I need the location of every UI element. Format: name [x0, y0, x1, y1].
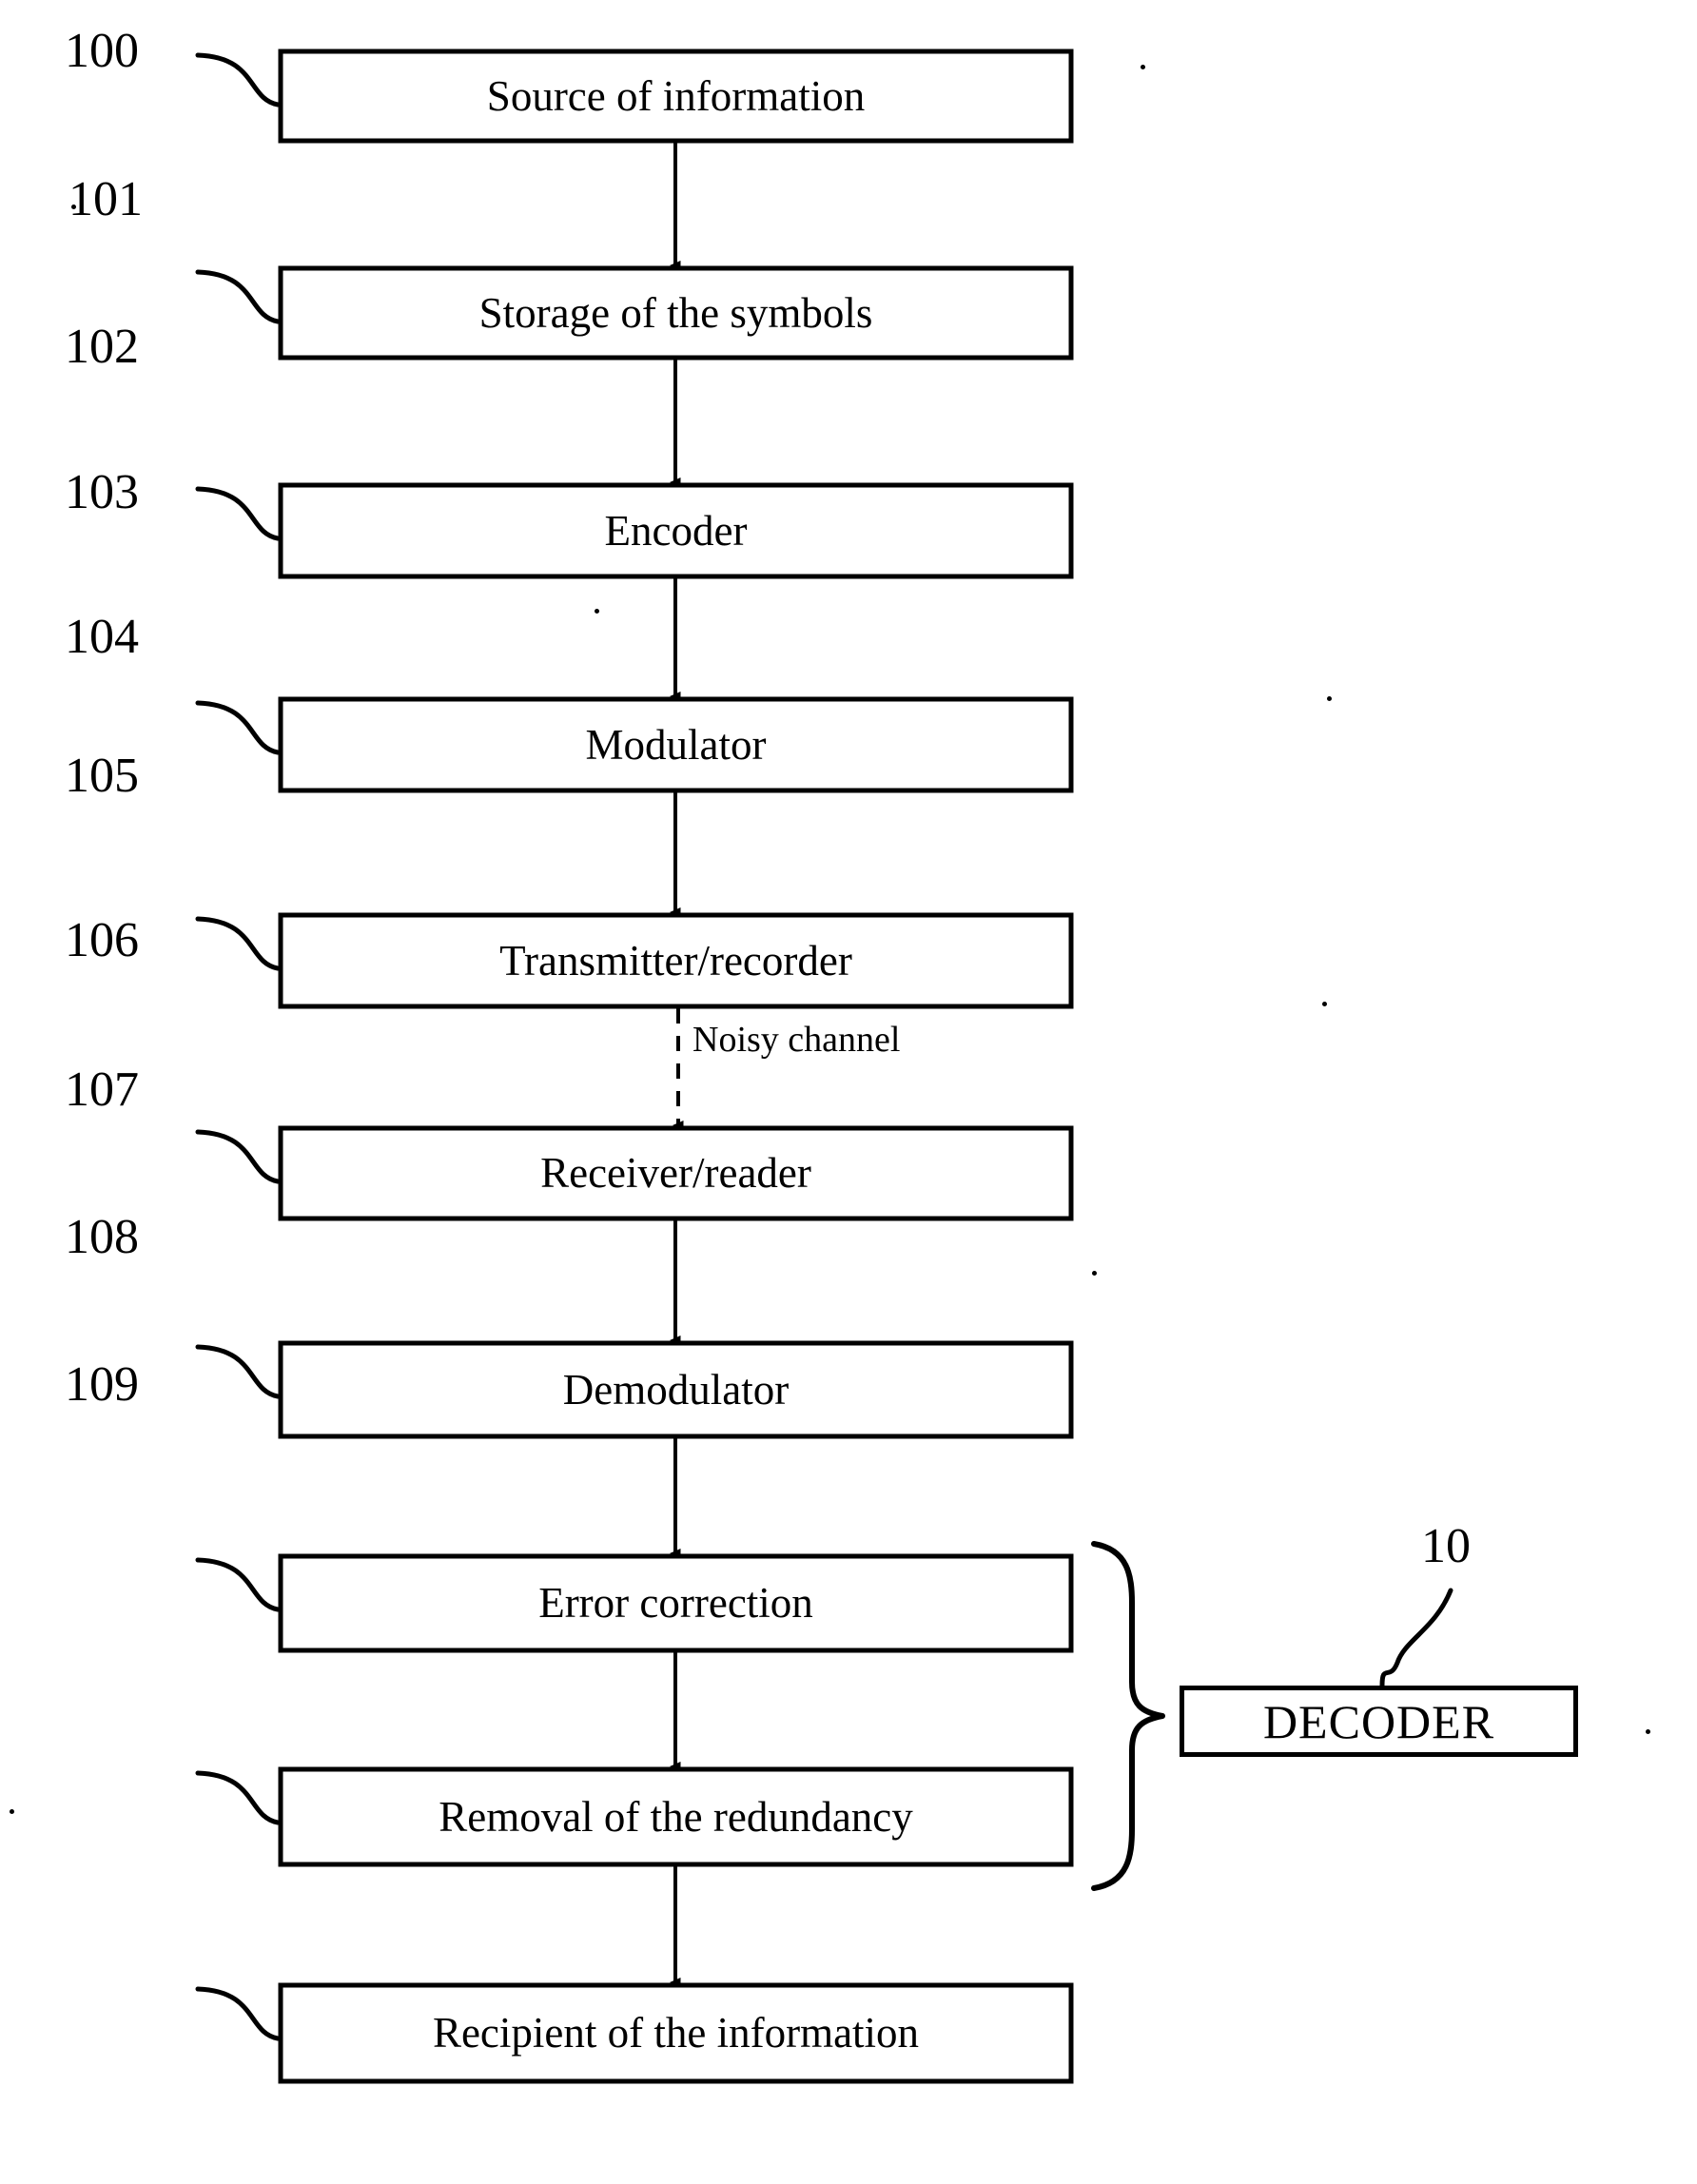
leader-line-106 [195, 1344, 281, 1399]
reference-numeral-102-2: 102 [65, 320, 139, 374]
scan-speck-3 [595, 609, 599, 614]
leader-line-10 [1379, 1588, 1453, 1688]
reference-numeral-109-9: 109 [65, 1357, 139, 1412]
reference-numeral-101-1: 101 [68, 172, 143, 226]
process-box-label-107: Error correction [538, 1579, 813, 1627]
scan-speck-1 [71, 205, 76, 209]
decoder-group-brace [1091, 1541, 1165, 1891]
flow-connectors [670, 143, 684, 1988]
process-box-label-109: Recipient of the information [432, 2009, 920, 2057]
process-box-label-104: Transmitter/recorder [499, 936, 852, 985]
patent-figure-canvas: Source of information Storage of the symb… [0, 0, 1697, 2184]
scan-speck-6 [10, 1809, 14, 1814]
scan-speck-7 [1646, 1729, 1650, 1734]
decoder-leader-line [1379, 1588, 1453, 1688]
reference-leader-lines [195, 52, 281, 2041]
scan-speck-0 [1141, 65, 1145, 69]
reference-numeral-104-4: 104 [65, 610, 139, 664]
reference-numeral-100-0: 100 [65, 24, 139, 78]
process-box-label-101: Storage of the symbols [478, 288, 873, 337]
scan-speck-4 [1322, 1002, 1327, 1006]
leader-line-108 [195, 1770, 281, 1825]
reference-numeral-108-8: 108 [65, 1210, 139, 1264]
leader-line-107 [195, 1557, 281, 1612]
leader-line-104 [195, 916, 281, 971]
noisy-channel-label: Noisy channel [692, 1020, 901, 1060]
decoder-box-label: DECODER [1262, 1694, 1495, 1748]
scan-speck-5 [1092, 1271, 1097, 1276]
process-box-label-103: Modulator [585, 720, 767, 769]
leader-line-103 [195, 700, 281, 755]
process-box-label-102: Encoder [604, 506, 748, 555]
leader-line-109 [195, 1986, 281, 2041]
reference-numeral-106-6: 106 [65, 913, 139, 967]
reference-numeral-103-3: 103 [65, 465, 139, 519]
leader-line-101 [195, 269, 281, 324]
process-box-label-100: Source of information [486, 71, 866, 120]
reference-numeral-105-5: 105 [65, 749, 139, 803]
reference-numeral-10-10: 10 [1421, 1519, 1471, 1573]
reference-numeral-107-7: 107 [65, 1063, 139, 1117]
process-box-label-108: Removal of the redundancy [439, 1792, 913, 1841]
process-box-label-106: Demodulator [562, 1365, 790, 1414]
group-brace [1091, 1541, 1165, 1891]
scan-speck-2 [1327, 696, 1332, 701]
leader-line-102 [195, 486, 281, 541]
process-box-label-105: Receiver/reader [540, 1149, 811, 1197]
leader-line-100 [195, 52, 281, 107]
leader-line-105 [195, 1129, 281, 1184]
